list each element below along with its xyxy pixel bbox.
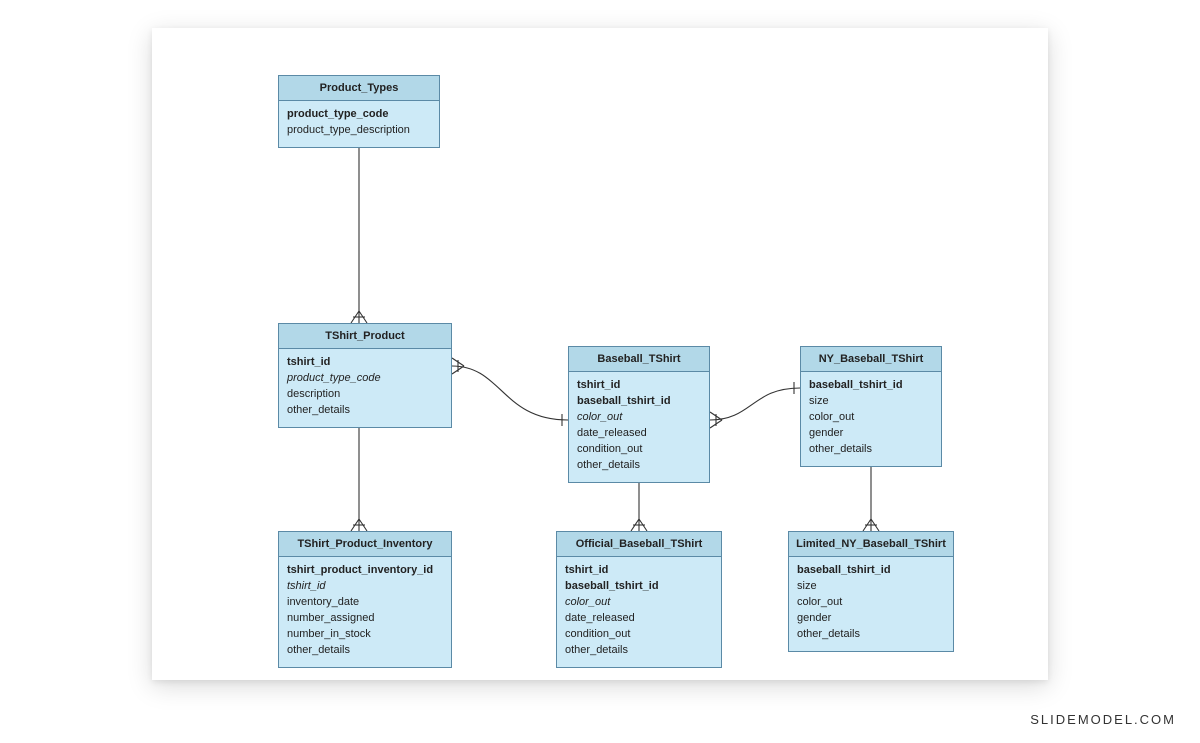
entity-title: TShirt_Product (279, 324, 451, 349)
entity-title: Limited_NY_Baseball_TShirt (789, 532, 953, 557)
entity-body: tshirt_product_inventory_idtshirt_idinve… (279, 557, 451, 667)
entity-attribute: baseball_tshirt_id (797, 563, 945, 579)
entity-attribute: gender (809, 426, 933, 442)
entity-body: tshirt_idbaseball_tshirt_idcolor_outdate… (557, 557, 721, 667)
entity-attribute: color_out (809, 410, 933, 426)
stage: Product_Types product_type_codeproduct_t… (0, 0, 1200, 743)
entity-body: tshirt_idproduct_type_codedescriptionoth… (279, 349, 451, 427)
entity-attribute: other_details (287, 403, 443, 419)
entity-attribute: tshirt_id (565, 563, 713, 579)
entity-attribute: other_details (809, 442, 933, 458)
entity-attribute: product_type_code (287, 107, 431, 123)
entity-attribute: baseball_tshirt_id (565, 579, 713, 595)
entity-title: Product_Types (279, 76, 439, 101)
entity-attribute: tshirt_product_inventory_id (287, 563, 443, 579)
entity-title: Official_Baseball_TShirt (557, 532, 721, 557)
entity-attribute: number_assigned (287, 611, 443, 627)
entity-attribute: gender (797, 611, 945, 627)
entity-body: baseball_tshirt_idsizecolor_outgenderoth… (789, 557, 953, 651)
entity-body: tshirt_idbaseball_tshirt_idcolor_outdate… (569, 372, 709, 482)
entity-attribute: other_details (577, 458, 701, 474)
entity-attribute: number_in_stock (287, 627, 443, 643)
entity-attribute: color_out (565, 595, 713, 611)
entity-limited-ny-baseball-tshirt: Limited_NY_Baseball_TShirt baseball_tshi… (788, 531, 954, 652)
entity-attribute: condition_out (577, 442, 701, 458)
entity-attribute: other_details (287, 643, 443, 659)
entity-attribute: baseball_tshirt_id (809, 378, 933, 394)
entity-tshirt-product-inventory: TShirt_Product_Inventory tshirt_product_… (278, 531, 452, 668)
entity-ny-baseball-tshirt: NY_Baseball_TShirt baseball_tshirt_idsiz… (800, 346, 942, 467)
entity-official-baseball-tshirt: Official_Baseball_TShirt tshirt_idbaseba… (556, 531, 722, 668)
entity-attribute: date_released (565, 611, 713, 627)
entity-attribute: product_type_code (287, 371, 443, 387)
diagram-card: Product_Types product_type_codeproduct_t… (152, 28, 1048, 680)
entity-attribute: date_released (577, 426, 701, 442)
entity-attribute: description (287, 387, 443, 403)
entity-title: NY_Baseball_TShirt (801, 347, 941, 372)
entity-attribute: inventory_date (287, 595, 443, 611)
entity-body: product_type_codeproduct_type_descriptio… (279, 101, 439, 147)
entity-body: baseball_tshirt_idsizecolor_outgenderoth… (801, 372, 941, 466)
entity-tshirt-product: TShirt_Product tshirt_idproduct_type_cod… (278, 323, 452, 428)
entity-product-types: Product_Types product_type_codeproduct_t… (278, 75, 440, 148)
entity-attribute: other_details (797, 627, 945, 643)
entity-attribute: product_type_description (287, 123, 431, 139)
entity-baseball-tshirt: Baseball_TShirt tshirt_idbaseball_tshirt… (568, 346, 710, 483)
entity-attribute: tshirt_id (287, 355, 443, 371)
entity-attribute: size (809, 394, 933, 410)
watermark: SLIDEMODEL.COM (1030, 712, 1176, 727)
entity-title: TShirt_Product_Inventory (279, 532, 451, 557)
entity-attribute: condition_out (565, 627, 713, 643)
entity-attribute: size (797, 579, 945, 595)
entity-attribute: color_out (577, 410, 701, 426)
entity-attribute: color_out (797, 595, 945, 611)
entity-attribute: tshirt_id (287, 579, 443, 595)
entity-attribute: baseball_tshirt_id (577, 394, 701, 410)
entity-title: Baseball_TShirt (569, 347, 709, 372)
entity-attribute: other_details (565, 643, 713, 659)
entity-attribute: tshirt_id (577, 378, 701, 394)
